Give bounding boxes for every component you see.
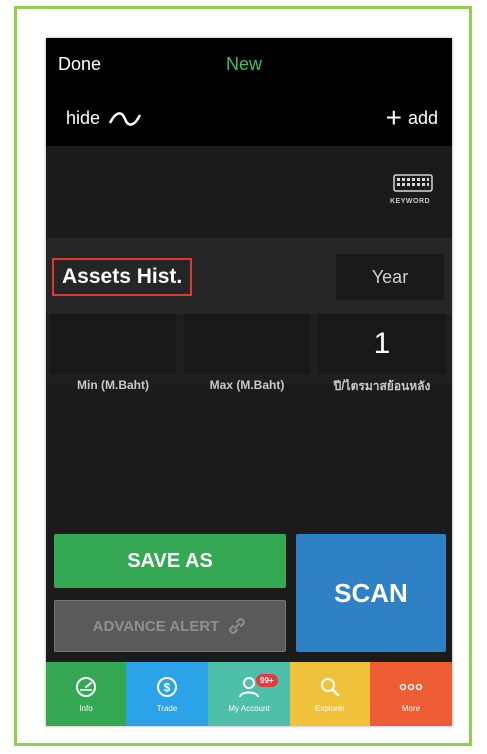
- advance-alert-label: ADVANCE ALERT: [92, 617, 220, 635]
- years-label: ปี/ไตรมาสย้อนหลัง: [333, 379, 431, 393]
- tab-label: Explorer: [315, 703, 345, 713]
- period-select[interactable]: Year: [336, 254, 444, 300]
- tab-explorer[interactable]: Explorer: [290, 662, 370, 726]
- plus-icon: +: [385, 102, 402, 133]
- tab-label: More: [401, 703, 421, 713]
- wave-icon: [108, 111, 142, 126]
- min-input[interactable]: [50, 314, 176, 374]
- more-icon: [399, 683, 423, 690]
- svg-text:$: $: [164, 680, 171, 694]
- bottom-tab-bar: Info $ Trade 99+ My Account Explorer Mor…: [46, 662, 452, 726]
- tab-info[interactable]: Info: [46, 662, 126, 726]
- tab-my-account[interactable]: 99+ My Account: [208, 662, 290, 726]
- criteria-header-row: Assets Hist. Year: [46, 238, 452, 314]
- notification-badge: 99+: [256, 674, 278, 687]
- tab-label: Trade: [156, 703, 178, 713]
- add-button[interactable]: + add: [386, 104, 438, 132]
- phone-screen: Done New hide + add KEYWORD Assets Hist.…: [46, 38, 452, 726]
- save-as-button[interactable]: SAVE AS: [54, 534, 286, 588]
- tab-label: My Account: [228, 703, 270, 713]
- max-label: Max (M.Baht): [209, 378, 285, 392]
- years-input[interactable]: 1: [318, 314, 446, 374]
- max-input[interactable]: [184, 314, 310, 374]
- advance-alert-button[interactable]: ADVANCE ALERT: [54, 600, 286, 652]
- dollar-icon: $: [157, 676, 177, 697]
- criteria-inputs: 1: [46, 314, 452, 384]
- tab-more[interactable]: More: [370, 662, 452, 726]
- gauge-icon: [76, 676, 96, 697]
- tab-trade[interactable]: $ Trade: [126, 662, 208, 726]
- tab-label: Info: [79, 703, 93, 713]
- keyboard-button[interactable]: KEYWORD: [390, 174, 436, 205]
- add-label: add: [407, 107, 438, 128]
- criteria-title: Assets Hist.: [52, 258, 193, 296]
- scan-button[interactable]: SCAN: [296, 534, 446, 652]
- link-icon: [229, 618, 246, 634]
- keyboard-label: KEYWORD: [390, 198, 431, 205]
- keyboard-icon: [393, 174, 433, 192]
- min-label: Min (M.Baht): [77, 378, 149, 392]
- done-button[interactable]: Done: [58, 54, 101, 75]
- new-button[interactable]: New: [226, 54, 262, 75]
- hide-label: hide: [66, 108, 101, 128]
- top-bar: Done New hide + add: [46, 38, 452, 146]
- search-icon: [321, 677, 340, 696]
- hide-chart-button[interactable]: hide: [66, 108, 142, 129]
